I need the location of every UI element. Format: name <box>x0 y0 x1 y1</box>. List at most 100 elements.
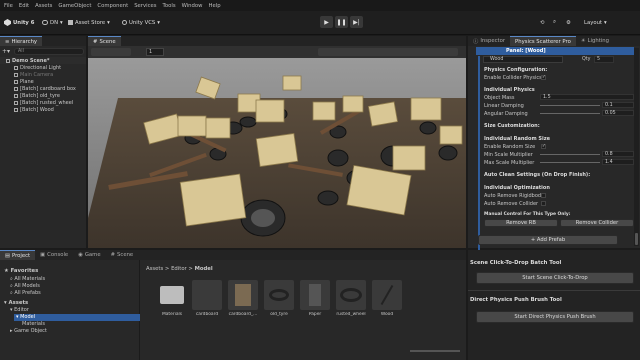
enable-collider-physics-checkbox[interactable]: ✓ <box>541 75 546 80</box>
inspector-tab-label: Inspector <box>480 38 506 44</box>
linear-damping-field[interactable]: 0.1 <box>602 102 634 108</box>
hierarchy-row[interactable]: [Batch] old_tyre <box>0 92 86 99</box>
asset-item[interactable]: cardboard <box>192 280 222 317</box>
auto-remove-collider-checkbox[interactable] <box>541 201 546 206</box>
fav-all-materials[interactable]: ⌕ All Materials <box>10 276 45 282</box>
scene-viewport[interactable] <box>88 58 466 248</box>
hierarchy-search-input[interactable]: All <box>14 48 84 55</box>
play-button[interactable]: ▶ <box>320 16 333 28</box>
start-click-to-drop-label: Start Scene Click-To-Drop <box>522 275 588 281</box>
panel-title-bar[interactable]: Panel: [Wood] <box>476 47 634 55</box>
hierarchy-row[interactable]: [Batch] rusted_wheel <box>0 99 86 106</box>
tree-editor[interactable]: ▾ Editor <box>10 307 29 313</box>
game-tab-label: Game <box>84 252 101 258</box>
linear-damping-slider[interactable] <box>540 105 600 106</box>
hierarchy-row[interactable]: [Batch] Wood <box>0 106 86 113</box>
menu-bar: File Edit Assets GameObject Component Se… <box>0 0 640 11</box>
add-prefab-label: + Add Prefab <box>530 237 566 243</box>
menu-file[interactable]: File <box>4 3 13 9</box>
menu-gameobject[interactable]: GameObject <box>58 3 91 9</box>
tab-physics-scatterer[interactable]: Physics Scatterer Pro <box>510 36 576 46</box>
menu-edit[interactable]: Edit <box>19 3 29 9</box>
breadcrumb-item[interactable]: Editor <box>171 266 187 272</box>
settings-icon[interactable]: ⚙ <box>566 17 571 28</box>
add-icon[interactable]: +▾ <box>2 48 12 55</box>
zoom-slider[interactable] <box>410 350 460 352</box>
asset-item[interactable]: Paper <box>300 280 330 317</box>
auto-remove-collider-label: Auto Remove Collider <box>484 201 539 207</box>
favorites-heading[interactable]: ★ Favorites <box>4 268 38 274</box>
tab-hierarchy[interactable]: ≡ Hierarchy <box>0 36 43 46</box>
min-scale-field[interactable]: 0.8 <box>602 151 634 157</box>
tool-buttons[interactable] <box>91 48 131 56</box>
chevron-down-icon: ▾ <box>604 19 607 26</box>
tab-console[interactable]: ▣ Console <box>35 250 73 260</box>
add-prefab-button[interactable]: + Add Prefab <box>478 235 618 245</box>
start-click-to-drop-button[interactable]: Start Scene Click-To-Drop <box>476 272 634 284</box>
pause-button[interactable]: ❚❚ <box>335 16 348 28</box>
tree-materials[interactable]: Materials <box>22 321 45 327</box>
enable-random-size-checkbox[interactable]: ✓ <box>541 144 546 149</box>
asset-item[interactable]: Wood <box>372 280 402 317</box>
menu-component[interactable]: Component <box>97 3 128 9</box>
account-button[interactable]: DN ▾ <box>42 17 63 28</box>
view-options[interactable] <box>318 48 458 56</box>
zoom-field[interactable]: 1 <box>146 48 164 56</box>
tree-game-object[interactable]: ▸ Game Object <box>10 328 47 334</box>
asset-item[interactable]: old_tyre <box>264 280 294 317</box>
hierarchy-row[interactable]: Plane <box>0 78 86 85</box>
tab-inspector[interactable]: ⓘ Inspector <box>468 36 510 46</box>
fav-all-models[interactable]: ⌕ All Models <box>10 283 40 289</box>
version-control-button[interactable]: Unity VCS ▾ <box>122 17 160 28</box>
angular-damping-label: Angular Damping <box>484 111 528 117</box>
angular-damping-field[interactable]: 0.05 <box>602 110 634 116</box>
menu-window[interactable]: Window <box>182 3 203 9</box>
qty-field[interactable]: 5 <box>594 56 614 63</box>
hierarchy-row[interactable]: Directional Light <box>0 64 86 71</box>
project-tree: ★ Favorites ⌕ All Materials ⌕ All Models… <box>0 260 140 360</box>
history-icon[interactable]: ⟲ <box>540 17 544 28</box>
asset-item[interactable]: Materials <box>157 280 187 317</box>
object-field[interactable]: Wood <box>483 56 563 63</box>
unity-logo-icon <box>4 19 11 26</box>
angular-damping-slider[interactable] <box>540 113 600 114</box>
tab-lighting[interactable]: ☀ Lighting <box>576 36 614 46</box>
tab-game[interactable]: ◉ Game <box>73 250 105 260</box>
auto-remove-rigidbody-checkbox[interactable] <box>541 193 546 198</box>
individual-optimization-heading: Individual Optimization <box>484 185 550 191</box>
breadcrumb-item[interactable]: Model <box>195 266 213 272</box>
remove-rb-button[interactable]: Remove RB <box>484 219 558 227</box>
min-scale-label: Min Scale Multiplier <box>484 152 533 158</box>
start-push-brush-button[interactable]: Start Direct Physics Push Brush <box>476 311 634 323</box>
remove-rb-label: Remove RB <box>506 220 536 226</box>
hierarchy-row[interactable]: Main Camera <box>0 71 86 78</box>
play-icon: ▶ <box>324 18 329 26</box>
unity-version-button[interactable]: Unity 6 <box>4 17 34 28</box>
asset-item[interactable]: rusted_wheel <box>336 280 366 317</box>
remove-collider-button[interactable]: Remove Collider <box>560 219 634 227</box>
menu-assets[interactable]: Assets <box>35 3 52 9</box>
inspector-scroll-thumb[interactable] <box>635 233 638 245</box>
inspector-scrollbar[interactable] <box>634 48 639 246</box>
menu-tools[interactable]: Tools <box>163 3 176 9</box>
hierarchy-row[interactable]: [Batch] cardboard box <box>0 85 86 92</box>
layout-dropdown[interactable]: Layout ▾ <box>584 17 607 28</box>
step-button[interactable]: ▶| <box>350 16 363 28</box>
fav-all-prefabs[interactable]: ⌕ All Prefabs <box>10 290 41 296</box>
max-scale-field[interactable]: 1.4 <box>602 159 634 165</box>
hierarchy-row[interactable]: Demo Scene* <box>0 57 86 64</box>
object-mass-field[interactable]: 1.5 <box>540 94 634 100</box>
asset-item[interactable]: cardboard_... <box>228 280 258 317</box>
search-icon[interactable]: ⌕ <box>553 17 556 28</box>
min-scale-slider[interactable] <box>540 154 600 155</box>
breadcrumb-item[interactable]: Assets <box>146 266 163 272</box>
menu-help[interactable]: Help <box>208 3 220 9</box>
tab-scene-bottom[interactable]: # Scene <box>106 250 139 260</box>
max-scale-slider[interactable] <box>540 162 600 163</box>
asset-store-button[interactable]: Asset Store ▾ <box>68 17 110 28</box>
tree-model[interactable]: ▾ Model <box>14 314 140 321</box>
tab-scene[interactable]: # Scene <box>88 36 121 46</box>
assets-root[interactable]: ▾ Assets <box>4 300 28 306</box>
tab-project[interactable]: ▤ Project <box>0 250 36 260</box>
menu-services[interactable]: Services <box>134 3 156 9</box>
